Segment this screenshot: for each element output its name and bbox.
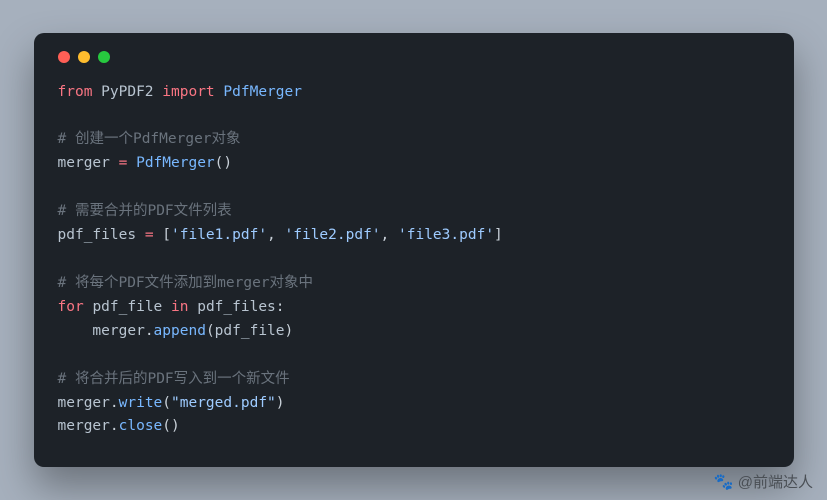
paren: ) — [285, 323, 294, 339]
keyword-in: in — [171, 299, 188, 315]
paren: ) — [276, 395, 285, 411]
watermark: 🐾@前端达人 — [714, 471, 813, 492]
colon: : — [276, 299, 285, 315]
identifier: pdf_file — [92, 299, 162, 315]
operator: = — [119, 155, 128, 171]
dot: . — [110, 395, 119, 411]
class-name: PdfMerger — [223, 84, 302, 100]
dot: . — [145, 323, 154, 339]
method: write — [119, 395, 163, 411]
string: 'file3.pdf' — [398, 227, 494, 243]
comment: # 将合并后的PDF写入到一个新文件 — [58, 371, 290, 387]
watermark-text: @前端达人 — [738, 471, 813, 492]
comma: , — [381, 227, 390, 243]
paren: ( — [162, 418, 171, 434]
identifier: pdf_files — [58, 227, 137, 243]
code-block: from PyPDF2 import PdfMerger # 创建一个PdfMe… — [58, 81, 770, 440]
string: "merged.pdf" — [171, 395, 276, 411]
keyword-from: from — [58, 84, 93, 100]
string: 'file2.pdf' — [285, 227, 381, 243]
identifier: pdf_files — [197, 299, 276, 315]
comment: # 需要合并的PDF文件列表 — [58, 203, 232, 219]
comment: # 将每个PDF文件添加到merger对象中 — [58, 275, 314, 291]
bracket: [ — [162, 227, 171, 243]
bracket: ] — [494, 227, 503, 243]
paren: ) — [171, 418, 180, 434]
paren: ( — [162, 395, 171, 411]
minimize-icon[interactable] — [78, 51, 90, 63]
class-name: PdfMerger — [136, 155, 215, 171]
keyword-for: for — [58, 299, 84, 315]
identifier: merger — [58, 155, 110, 171]
paw-icon: 🐾 — [714, 472, 734, 492]
identifier: merger — [58, 395, 110, 411]
close-icon[interactable] — [58, 51, 70, 63]
string: 'file1.pdf' — [171, 227, 267, 243]
operator: = — [145, 227, 154, 243]
method: close — [119, 418, 163, 434]
indent — [58, 323, 93, 339]
code-window: from PyPDF2 import PdfMerger # 创建一个PdfMe… — [34, 33, 794, 468]
argument: pdf_file — [215, 323, 285, 339]
identifier: merger — [58, 418, 110, 434]
comment: # 创建一个PdfMerger对象 — [58, 131, 241, 147]
identifier: merger — [92, 323, 144, 339]
dot: . — [110, 418, 119, 434]
keyword-import: import — [162, 84, 214, 100]
parens: () — [215, 155, 232, 171]
comma: , — [267, 227, 276, 243]
traffic-lights — [58, 51, 770, 63]
module-name: PyPDF2 — [101, 84, 153, 100]
method: append — [154, 323, 206, 339]
maximize-icon[interactable] — [98, 51, 110, 63]
paren: ( — [206, 323, 215, 339]
